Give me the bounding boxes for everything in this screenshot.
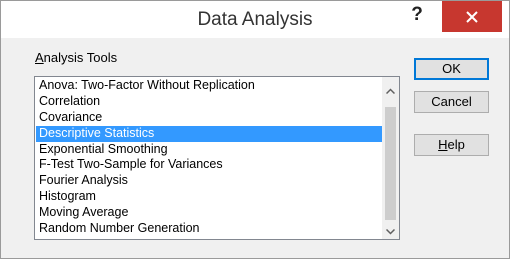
chevron-up-icon	[385, 81, 396, 99]
close-icon	[466, 10, 478, 23]
list-item[interactable]: Correlation	[36, 94, 383, 110]
analysis-tools-label: Analysis Tools	[35, 50, 117, 65]
list-item[interactable]: Histogram	[36, 189, 383, 205]
analysis-tools-listbox[interactable]: Anova: Two-Factor Without Replication Cor…	[34, 76, 400, 240]
chevron-down-icon	[385, 222, 396, 240]
list-item[interactable]: Fourier Analysis	[36, 173, 383, 189]
ok-button[interactable]: OK	[414, 58, 489, 80]
dialog-body: Analysis Tools Anova: Two-Factor Without…	[1, 38, 509, 258]
help-button[interactable]: Help	[414, 134, 489, 156]
title-bar: Data Analysis ?	[1, 1, 509, 38]
list-item[interactable]: Exponential Smoothing	[36, 142, 383, 158]
scroll-up-button[interactable]	[382, 81, 399, 98]
list-item[interactable]: Moving Average	[36, 205, 383, 221]
dialog-title: Data Analysis	[197, 9, 313, 30]
help-label-text: elp	[447, 137, 465, 152]
scroll-thumb[interactable]	[385, 107, 396, 220]
analysis-tools-accelerator: A	[35, 50, 44, 65]
cancel-button[interactable]: Cancel	[414, 91, 489, 113]
context-help-button[interactable]: ?	[405, 4, 429, 28]
data-analysis-dialog: Data Analysis ? Analysis Tools Anova: Tw…	[0, 0, 510, 259]
list-item[interactable]: F-Test Two-Sample for Variances	[36, 157, 383, 173]
list-item[interactable]: Covariance	[36, 110, 383, 126]
vertical-scrollbar[interactable]	[382, 77, 399, 239]
list-item[interactable]: Random Number Generation	[36, 221, 383, 237]
help-accelerator: H	[438, 137, 448, 152]
close-button[interactable]	[442, 1, 502, 32]
analysis-tools-label-text: nalysis Tools	[43, 50, 118, 65]
list-item[interactable]: Anova: Two-Factor Without Replication	[36, 78, 383, 94]
analysis-tools-list: Anova: Two-Factor Without Replication Cor…	[36, 78, 383, 238]
list-item[interactable]: Descriptive Statistics	[36, 125, 383, 142]
scroll-down-button[interactable]	[382, 222, 399, 239]
